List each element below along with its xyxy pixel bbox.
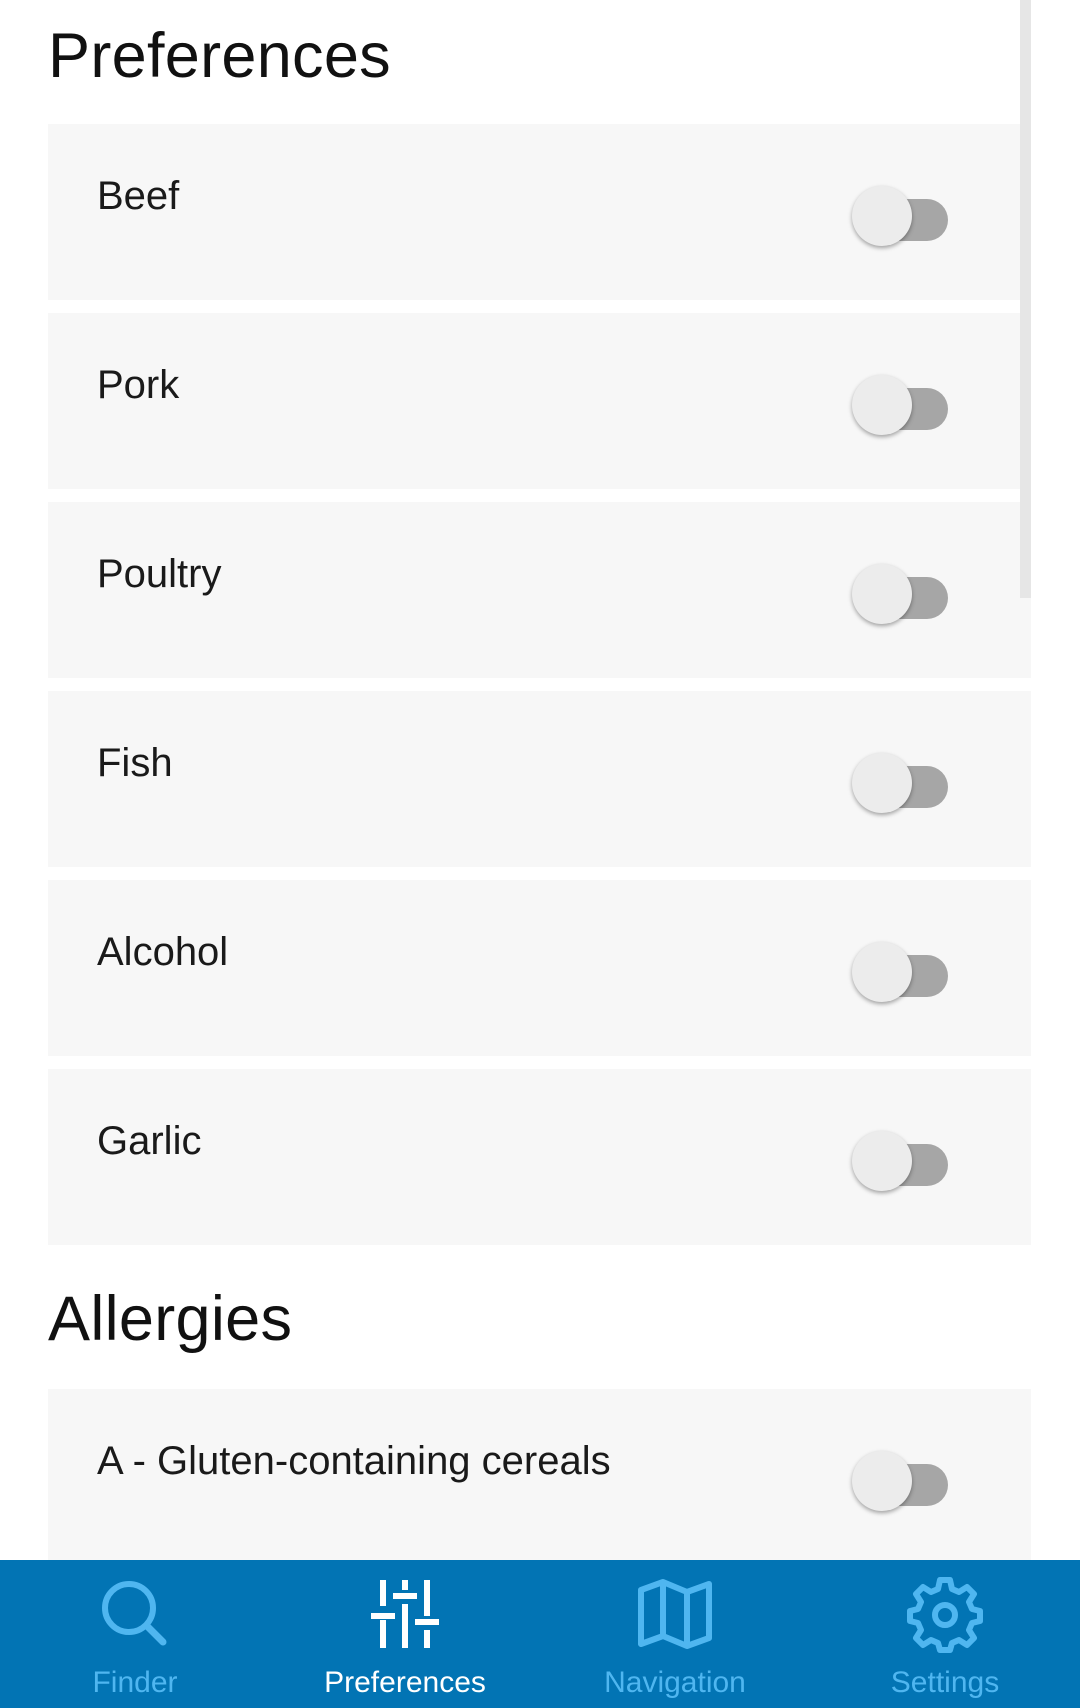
- scrollbar[interactable]: [1020, 0, 1031, 598]
- preference-label: Fish: [97, 741, 173, 785]
- preference-row-garlic[interactable]: Garlic: [48, 1069, 1031, 1245]
- toggle-knob: [852, 1451, 912, 1511]
- toggle-knob: [852, 564, 912, 624]
- preference-label: Beef: [97, 174, 180, 218]
- app-screen: Preferences Beef Pork Poultry Fish Alcoh…: [0, 0, 1080, 1708]
- search-icon: [102, 1581, 167, 1646]
- preference-row-fish[interactable]: Fish: [48, 691, 1031, 867]
- preference-label: Pork: [97, 363, 180, 407]
- poultry-toggle[interactable]: [852, 557, 948, 624]
- nav-tab-settings[interactable]: Settings: [810, 1560, 1080, 1708]
- toggle-knob: [852, 942, 912, 1002]
- preference-row-alcohol[interactable]: Alcohol: [48, 880, 1031, 1056]
- nav-label-navigation: Navigation: [604, 1666, 746, 1699]
- nav-tab-preferences[interactable]: Preferences: [270, 1560, 540, 1708]
- preferences-heading: Preferences: [48, 21, 391, 91]
- gluten-toggle[interactable]: [852, 1444, 948, 1511]
- nav-tab-finder[interactable]: Finder: [0, 1560, 270, 1708]
- preference-row-beef[interactable]: Beef: [48, 124, 1031, 300]
- bottom-navigation-bar: Finder Preferences Navigation Settings: [0, 1560, 1080, 1708]
- pork-toggle[interactable]: [852, 368, 948, 435]
- nav-label-settings: Settings: [890, 1666, 1000, 1699]
- preference-row-poultry[interactable]: Poultry: [48, 502, 1031, 678]
- map-icon: [638, 1579, 712, 1649]
- allergy-row-gluten[interactable]: A - Gluten-containing cereals: [48, 1389, 1031, 1560]
- fish-toggle[interactable]: [852, 746, 948, 813]
- beef-toggle[interactable]: [852, 179, 948, 246]
- toggle-knob: [852, 753, 912, 813]
- sliders-icon: [371, 1580, 439, 1648]
- preference-row-pork[interactable]: Pork: [48, 313, 1031, 489]
- garlic-toggle[interactable]: [852, 1124, 948, 1191]
- preference-label: Alcohol: [97, 930, 229, 974]
- nav-label-preferences: Preferences: [324, 1666, 486, 1699]
- nav-label-finder: Finder: [92, 1666, 178, 1699]
- toggle-knob: [852, 375, 912, 435]
- gear-icon: [907, 1577, 983, 1653]
- preference-label: Garlic: [97, 1119, 202, 1163]
- allergy-label: A - Gluten-containing cereals: [97, 1439, 611, 1483]
- alcohol-toggle[interactable]: [852, 935, 948, 1002]
- nav-tab-navigation[interactable]: Navigation: [540, 1560, 810, 1708]
- toggle-knob: [852, 186, 912, 246]
- settings-list[interactable]: Preferences Beef Pork Poultry Fish Alcoh…: [0, 0, 1080, 1560]
- toggle-knob: [852, 1131, 912, 1191]
- allergies-heading: Allergies: [48, 1284, 293, 1354]
- preference-label: Poultry: [97, 552, 222, 596]
